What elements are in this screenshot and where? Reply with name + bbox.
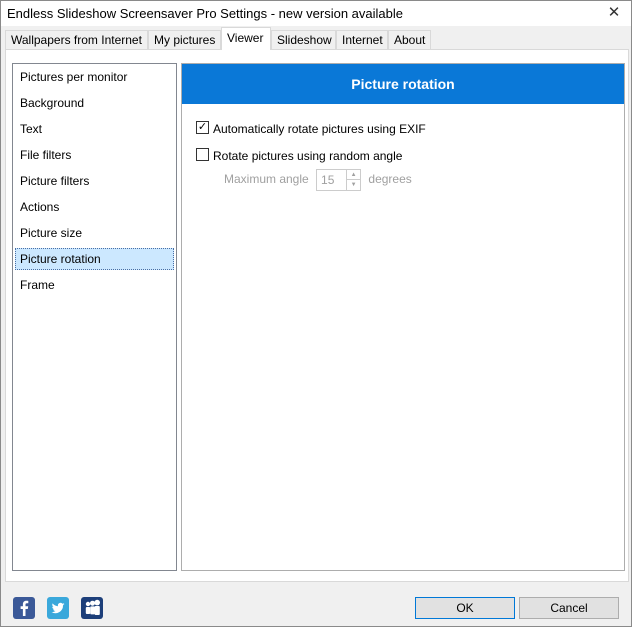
- myspace-icon[interactable]: [81, 597, 103, 619]
- random-angle-label: Rotate pictures using random angle: [213, 148, 403, 163]
- random-angle-option[interactable]: Rotate pictures using random angle: [196, 147, 402, 165]
- spinner-up-icon[interactable]: ▲: [347, 170, 361, 180]
- viewer-tab-panel: Pictures per monitor Background Text Fil…: [5, 49, 629, 582]
- settings-window: Endless Slideshow Screensaver Pro Settin…: [0, 0, 632, 627]
- picture-rotation-panel: Picture rotation ✓ Automatically rotate p…: [181, 63, 625, 571]
- nav-item-background[interactable]: Background: [15, 92, 174, 114]
- tab-wallpapers-from-internet[interactable]: Wallpapers from Internet: [5, 30, 148, 50]
- exif-rotation-option[interactable]: ✓ Automatically rotate pictures using EXI…: [196, 120, 426, 138]
- window-title: Endless Slideshow Screensaver Pro Settin…: [7, 6, 403, 21]
- facebook-icon[interactable]: [13, 597, 35, 619]
- settings-nav-list: Pictures per monitor Background Text Fil…: [12, 63, 177, 571]
- exif-rotation-label: Automatically rotate pictures using EXIF: [213, 121, 426, 136]
- nav-item-picture-rotation[interactable]: Picture rotation: [15, 248, 174, 270]
- cancel-button[interactable]: Cancel: [519, 597, 619, 619]
- nav-item-frame[interactable]: Frame: [15, 274, 174, 296]
- title-bar: Endless Slideshow Screensaver Pro Settin…: [1, 1, 631, 26]
- close-icon[interactable]: ✕: [601, 3, 627, 23]
- max-angle-row: Maximum angle 15 ▲ ▼ degrees: [224, 168, 412, 191]
- spinner-down-icon[interactable]: ▼: [347, 180, 360, 190]
- nav-item-picture-size[interactable]: Picture size: [15, 222, 174, 244]
- tab-slideshow[interactable]: Slideshow: [271, 30, 336, 50]
- exif-rotation-checkbox[interactable]: ✓: [196, 121, 209, 135]
- max-angle-unit: degrees: [368, 172, 412, 186]
- nav-item-text[interactable]: Text: [15, 118, 174, 140]
- tab-viewer[interactable]: Viewer: [221, 27, 271, 50]
- max-angle-label: Maximum angle: [224, 172, 309, 186]
- tab-my-pictures[interactable]: My pictures: [148, 30, 221, 50]
- nav-item-picture-filters[interactable]: Picture filters: [15, 170, 174, 192]
- nav-item-pictures-per-monitor[interactable]: Pictures per monitor: [15, 66, 174, 88]
- twitter-icon[interactable]: [47, 597, 69, 619]
- nav-item-actions[interactable]: Actions: [15, 196, 174, 218]
- panel-header: Picture rotation: [182, 64, 624, 104]
- nav-item-file-filters[interactable]: File filters: [15, 144, 174, 166]
- ok-button[interactable]: OK: [415, 597, 515, 619]
- spinner-buttons: ▲ ▼: [346, 169, 361, 190]
- tab-internet[interactable]: Internet: [336, 30, 388, 50]
- tab-strip: Wallpapers from Internet My pictures Vie…: [5, 27, 629, 50]
- tab-about[interactable]: About: [388, 30, 431, 50]
- random-angle-checkbox[interactable]: [196, 148, 209, 162]
- max-angle-spinner[interactable]: 15 ▲ ▼: [316, 168, 362, 191]
- max-angle-value[interactable]: 15: [321, 170, 334, 190]
